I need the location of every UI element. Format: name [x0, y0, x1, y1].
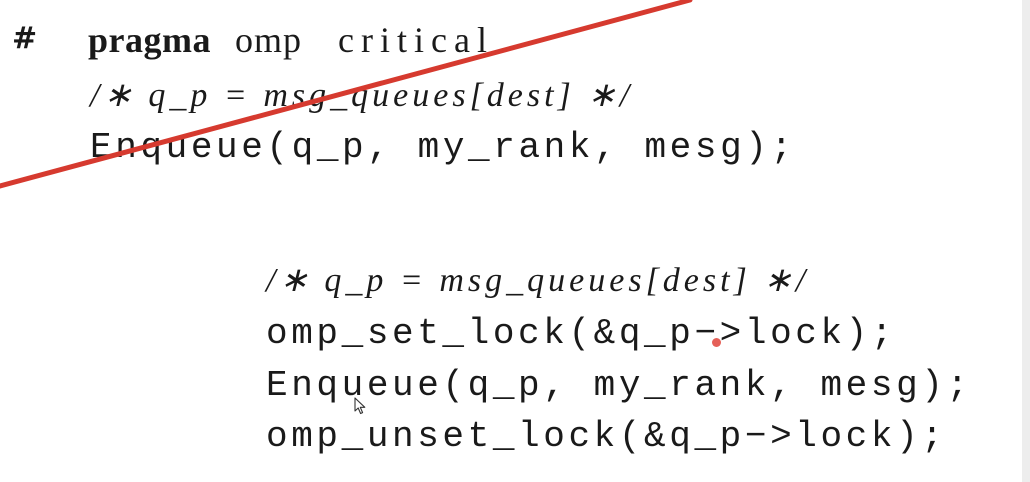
bottom-comment: /∗ q_p = msg_queues[dest] ∗/: [266, 262, 810, 299]
pragma-hash: #: [12, 21, 38, 56]
strike-through-annotation: [0, 0, 693, 189]
set-lock-line: omp_set_lock(&q_p−>lock);: [266, 313, 897, 354]
pragma-omp: omp: [235, 20, 303, 60]
slide-canvas: # pragma omp critical /∗ q_p = msg_queues[…: [0, 0, 1030, 482]
window-edge: [1022, 0, 1030, 482]
pragma-keyword: pragma: [88, 20, 211, 60]
pen-dot: [712, 338, 721, 347]
top-enqueue-line: Enqueue(q_p, my_rank, mesg);: [90, 127, 796, 168]
unset-lock-line: omp_unset_lock(&q_p−>lock);: [266, 416, 947, 457]
top-comment: /∗ q_p = msg_queues[dest] ∗/: [90, 77, 634, 114]
pragma-directive: pragma omp critical: [88, 22, 494, 58]
bottom-enqueue-line: Enqueue(q_p, my_rank, mesg);: [266, 365, 972, 406]
pragma-critical: critical: [338, 20, 494, 60]
mouse-pointer-icon: [354, 397, 366, 415]
